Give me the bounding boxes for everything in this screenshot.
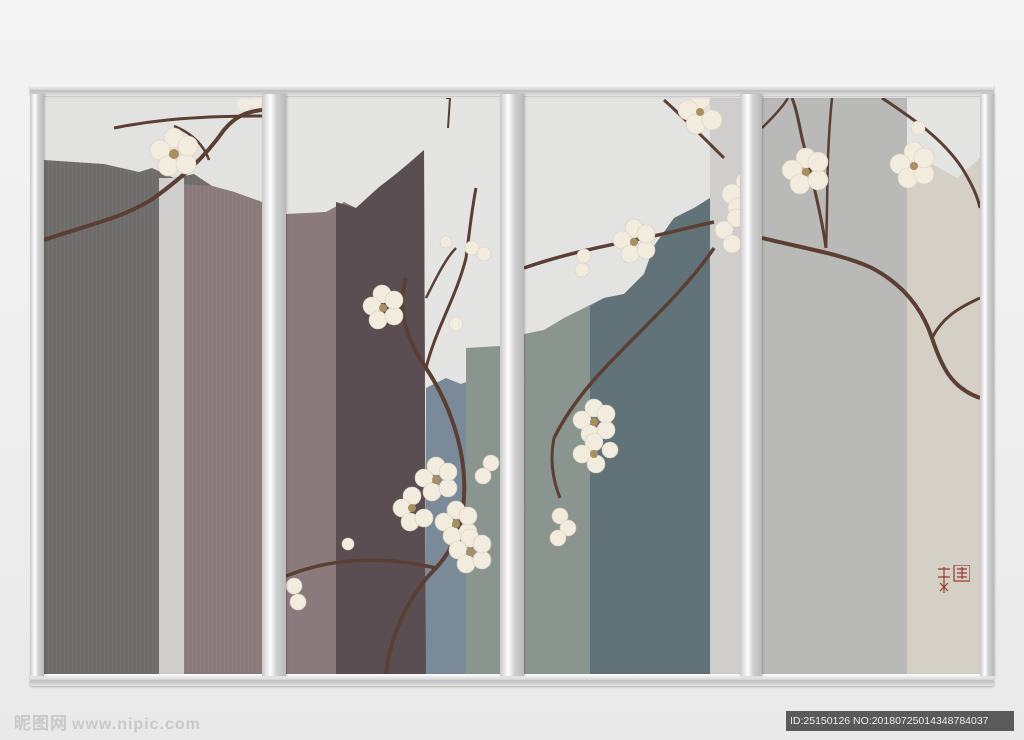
- watermark-url: www.nipic.com: [72, 716, 201, 733]
- screen-frame: [30, 84, 994, 688]
- divider-post-3: [740, 94, 762, 676]
- panel-1: [44, 98, 262, 674]
- image-id-bar: ID:25150126 NO:20180725014348784037: [786, 711, 1014, 731]
- watermark: 昵图网 www.nipic.com: [14, 709, 201, 734]
- panel-3-art: [524, 98, 740, 674]
- panel-2: [286, 98, 500, 674]
- panel-3: [524, 98, 740, 674]
- panel-1-art: [44, 98, 262, 674]
- artist-seal: [938, 565, 970, 593]
- right-post: [980, 94, 994, 676]
- divider-post-2: [500, 94, 524, 676]
- watermark-brand: 昵图网: [14, 714, 68, 733]
- panel-2-art: [286, 98, 500, 674]
- left-post: [30, 94, 44, 676]
- divider-post-1: [262, 94, 286, 676]
